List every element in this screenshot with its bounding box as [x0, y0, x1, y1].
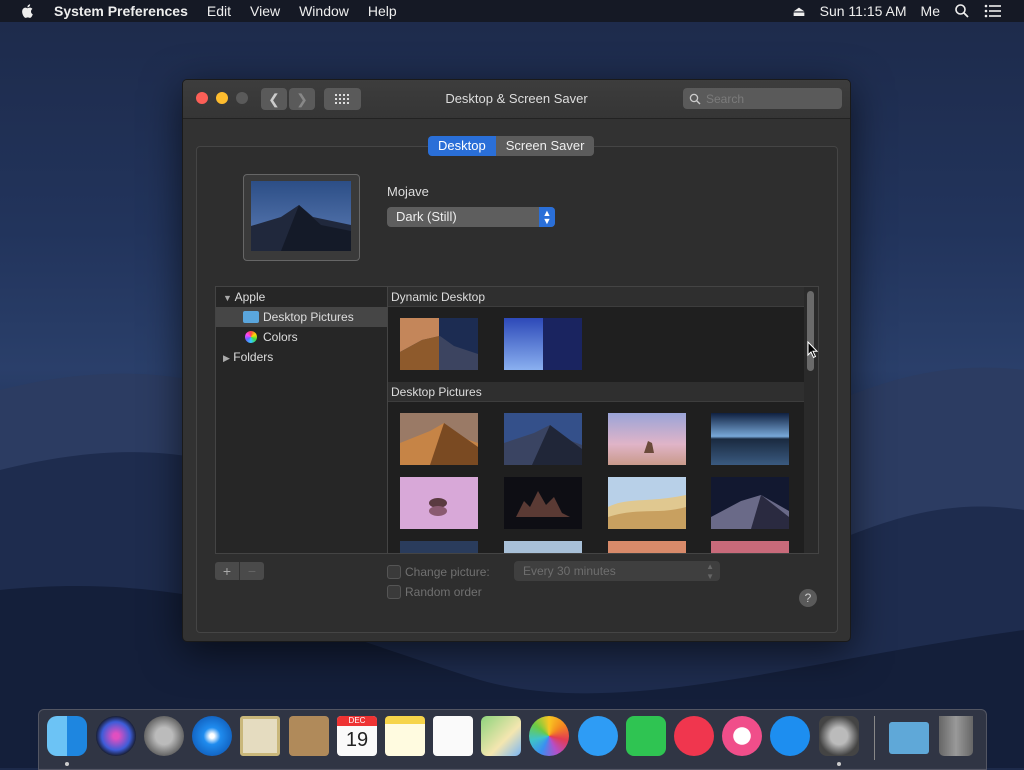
search-icon [689, 93, 701, 104]
menu-user[interactable]: Me [921, 3, 940, 19]
preview-image [251, 181, 351, 251]
menu-help[interactable]: Help [368, 3, 397, 19]
calendar-day: 19 [345, 729, 369, 751]
add-remove-buttons: + − [215, 562, 264, 580]
help-button[interactable]: ? [799, 589, 817, 607]
sidebar-item-label: Folders [233, 350, 274, 364]
menu-window[interactable]: Window [299, 3, 349, 19]
contacts-icon[interactable] [289, 716, 329, 756]
thumb-mojave-dynamic[interactable] [400, 318, 478, 370]
notes-icon[interactable] [385, 716, 425, 756]
search-placeholder: Search [706, 91, 745, 106]
random-order-label: Random order [405, 585, 482, 599]
random-order-checkbox[interactable] [387, 585, 401, 599]
thumb-sand-dunes-day[interactable] [608, 477, 686, 529]
spotlight-icon[interactable] [954, 3, 970, 19]
messages-icon[interactable] [578, 716, 618, 756]
calendar-month: DEC [337, 716, 377, 726]
change-picture-checkbox[interactable] [387, 565, 401, 579]
add-folder-button[interactable]: + [215, 562, 240, 580]
thumb-lake-dusk[interactable] [711, 413, 789, 465]
sidebar-item-apple[interactable]: ▼ Apple [223, 287, 383, 307]
notification-center-icon[interactable] [984, 4, 1002, 18]
thumb-rock-towers[interactable] [504, 477, 582, 529]
sidebar-item-label: Colors [263, 330, 298, 344]
thumb-salt-flat[interactable] [400, 477, 478, 529]
sidebar-item-folders[interactable]: ▶ Folders [223, 347, 383, 367]
maps-icon[interactable] [481, 716, 521, 756]
downloads-icon[interactable] [889, 722, 929, 754]
thumb-mojave-night[interactable] [504, 413, 582, 465]
interval-value: Every 30 minutes [523, 564, 616, 578]
sidebar-item-label: Apple [234, 290, 266, 304]
folder-icon [243, 311, 259, 323]
updown-arrow-icon: ▲ ▼ [539, 207, 555, 227]
reminders-icon[interactable] [433, 716, 473, 756]
thumb-pink-desert[interactable] [608, 413, 686, 465]
finder-running-indicator [65, 762, 69, 766]
dock: DEC 19 [38, 709, 987, 770]
sidebar-item-desktop-pictures[interactable]: Desktop Pictures [216, 307, 388, 327]
sidebar-item-label: Desktop Pictures [263, 310, 354, 324]
trash-icon[interactable] [939, 716, 973, 756]
section-header-pictures: Desktop Pictures [388, 382, 804, 402]
tab-screen-saver[interactable]: Screen Saver [495, 136, 595, 156]
section-header-dynamic: Dynamic Desktop [388, 287, 804, 307]
eject-icon[interactable]: ⏏ [792, 3, 805, 20]
appearance-value: Dark (Still) [396, 209, 457, 224]
updown-arrow-icon: ▲ ▼ [706, 562, 714, 581]
interval-dropdown[interactable]: Every 30 minutes ▲ ▼ [514, 561, 720, 581]
news-icon[interactable] [674, 716, 714, 756]
system-preferences-icon[interactable] [819, 716, 859, 756]
preferences-window: ❮ ❯ Desktop & Screen Saver Search Deskto… [182, 79, 851, 642]
remove-folder-button[interactable]: − [240, 562, 264, 580]
finder-icon[interactable] [47, 716, 87, 756]
wallpaper-preview [243, 174, 360, 261]
itunes-icon[interactable] [722, 716, 762, 756]
thumb-row3-4[interactable] [711, 541, 789, 554]
search-field[interactable]: Search [683, 88, 842, 109]
menu-clock[interactable]: Sun 11:15 AM [820, 3, 907, 19]
menu-app-name[interactable]: System Preferences [54, 3, 188, 19]
menu-edit[interactable]: Edit [207, 3, 231, 19]
wallpaper-gallery: Dynamic Desktop Desktop Pictures [387, 286, 819, 554]
disclosure-open-icon[interactable]: ▼ [223, 293, 232, 303]
calendar-icon[interactable]: DEC 19 [337, 716, 377, 756]
segmented-tabs: Desktop Screen Saver [428, 136, 595, 156]
safari-icon[interactable] [192, 716, 232, 756]
dock-separator [874, 716, 875, 760]
mouse-cursor-icon [807, 341, 819, 359]
mail-icon[interactable] [240, 716, 280, 756]
picture-name: Mojave [387, 184, 429, 199]
gallery-scrollbar[interactable] [804, 287, 818, 553]
apple-menu-icon[interactable] [20, 3, 36, 19]
disclosure-closed-icon[interactable]: ▶ [223, 353, 230, 363]
siri-icon[interactable] [96, 716, 136, 756]
launchpad-icon[interactable] [144, 716, 184, 756]
thumb-row3-2[interactable] [504, 541, 582, 554]
thumb-sand-dunes-night[interactable] [711, 477, 789, 529]
thumb-mojave-day[interactable] [400, 413, 478, 465]
menu-bar: System Preferences Edit View Window Help… [0, 0, 1024, 22]
menu-view[interactable]: View [250, 3, 280, 19]
thumb-row3-3[interactable] [608, 541, 686, 554]
photos-icon[interactable] [529, 716, 569, 756]
prefs-running-indicator [837, 762, 841, 766]
color-wheel-icon [245, 331, 257, 343]
thumb-row3-1[interactable] [400, 541, 478, 554]
appearance-dropdown[interactable]: Dark (Still) ▲ ▼ [387, 207, 555, 227]
title-bar: ❮ ❯ Desktop & Screen Saver Search [183, 80, 850, 119]
tab-desktop[interactable]: Desktop [428, 136, 496, 156]
thumb-solar-gradients[interactable] [504, 318, 582, 370]
sidebar-item-colors[interactable]: Colors [216, 327, 388, 347]
change-picture-label: Change picture: [405, 565, 490, 579]
app-store-icon[interactable] [770, 716, 810, 756]
scroll-thumb[interactable] [807, 291, 814, 371]
source-list: ▼ Apple Desktop Pictures Colors ▶ Folder… [215, 286, 389, 554]
facetime-icon[interactable] [626, 716, 666, 756]
